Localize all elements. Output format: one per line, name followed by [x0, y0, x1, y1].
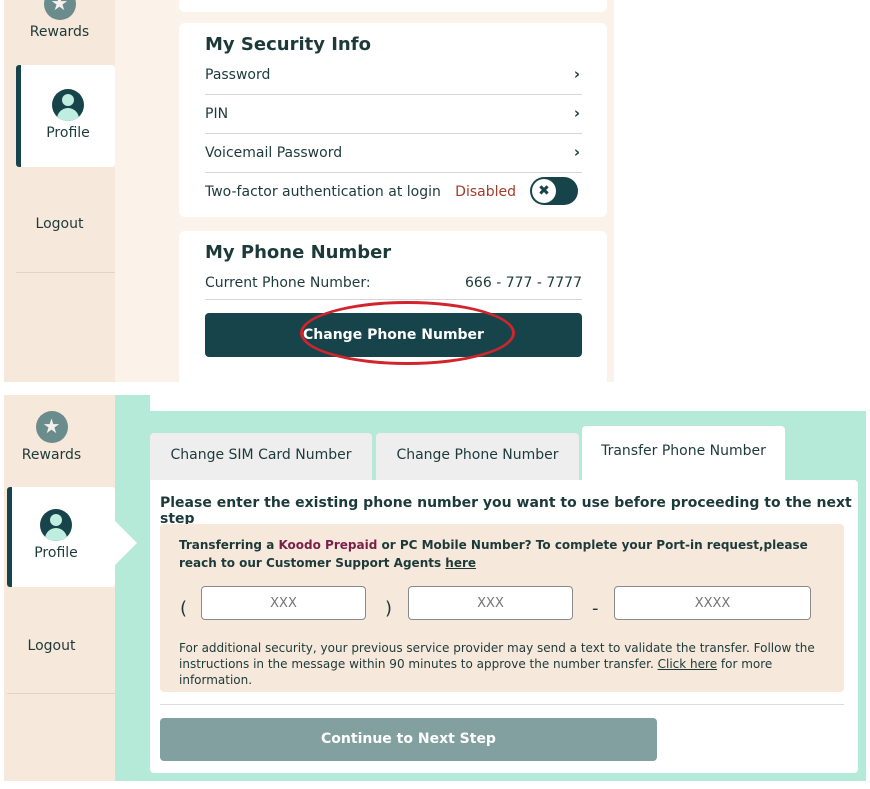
- transfer-info-box: Transferring a Koodo Prepaid or PC Mobil…: [160, 524, 844, 692]
- security-card: My Security Info Password › PIN › Voicem…: [179, 23, 607, 217]
- instruction-text: Please enter the existing phone number y…: [160, 495, 852, 527]
- star-icon: [43, 0, 76, 20]
- previous-card-strip: [150, 395, 866, 411]
- row-label: PIN: [205, 106, 229, 122]
- area-code-open-paren: (: [180, 598, 188, 619]
- current-phone-row: Current Phone Number: 666 - 777 - 7777: [205, 268, 582, 300]
- chevron-right-icon: ›: [573, 104, 580, 122]
- current-phone-label: Current Phone Number:: [205, 275, 371, 291]
- sidebar-item-label: Rewards: [21, 447, 82, 463]
- two-factor-toggle[interactable]: ✖: [530, 177, 578, 205]
- tab-change-sim-card-number[interactable]: Change SIM Card Number: [150, 433, 372, 481]
- bottom-screenshot-panel: Rewards Profile Logout Change SIM Card N…: [4, 395, 866, 781]
- voicemail-password-row[interactable]: Voicemail Password ›: [205, 134, 582, 173]
- sidebar-item-label: Logout: [27, 638, 76, 654]
- tab-label: Transfer Phone Number: [601, 443, 766, 459]
- user-icon: [40, 509, 72, 541]
- port-in-notice: Transferring a Koodo Prepaid or PC Mobil…: [179, 536, 834, 572]
- main-content: My Security Info Password › PIN › Voicem…: [115, 0, 614, 391]
- sidebar: Rewards Profile Logout: [4, 395, 137, 781]
- chevron-right-icon: ›: [573, 143, 580, 161]
- area-code-input[interactable]: [201, 586, 366, 620]
- area-code-close-paren: ): [385, 598, 393, 619]
- line-number-input[interactable]: [614, 586, 811, 620]
- form-divider: [160, 704, 844, 705]
- phone-title: My Phone Number: [205, 242, 392, 263]
- prefix-input[interactable]: [408, 586, 573, 620]
- change-phone-number-button[interactable]: Change Phone Number: [205, 301, 582, 365]
- profile-content: Profile: [12, 509, 100, 561]
- star-icon: [35, 411, 68, 443]
- previous-card: [179, 0, 607, 12]
- sidebar-item-profile[interactable]: Profile: [7, 487, 137, 587]
- button-label: Continue to Next Step: [321, 731, 496, 747]
- brand-name: Koodo Prepaid: [278, 538, 378, 552]
- sidebar-item-rewards[interactable]: Rewards: [4, 0, 115, 40]
- top-screenshot-panel: Rewards Profile Logout My Security Info …: [4, 0, 614, 391]
- profile-content: Profile: [21, 89, 115, 141]
- sidebar-divider: [16, 272, 115, 273]
- sidebar-item-label: Profile: [34, 545, 78, 561]
- user-icon: [52, 89, 84, 121]
- sidebar-item-logout[interactable]: Logout: [4, 216, 115, 232]
- sidebar-item-label: Profile: [46, 125, 90, 141]
- tab-label: Change SIM Card Number: [170, 447, 352, 463]
- security-fine-print: For additional security, your previous s…: [179, 640, 834, 688]
- tab-transfer-phone-number[interactable]: Transfer Phone Number: [582, 426, 785, 482]
- sidebar-item-rewards[interactable]: Rewards: [4, 411, 99, 463]
- row-label: Password: [205, 67, 271, 83]
- transfer-form-card: Please enter the existing phone number y…: [150, 480, 858, 773]
- highlight-annotation: [300, 301, 515, 365]
- sidebar-item-profile[interactable]: Profile: [16, 65, 137, 167]
- number-separator-dash: -: [592, 598, 599, 619]
- row-label: Voicemail Password: [205, 145, 343, 161]
- support-link[interactable]: here: [445, 556, 476, 570]
- more-info-link[interactable]: Click here: [658, 657, 717, 671]
- security-title: My Security Info: [205, 34, 371, 55]
- two-factor-label: Two-factor authentication at login: [205, 184, 441, 200]
- sidebar-divider: [7, 693, 115, 694]
- tab-label: Change Phone Number: [396, 447, 559, 463]
- notice-text: Transferring a: [179, 538, 279, 552]
- current-phone-value: 666 - 777 - 7777: [465, 275, 582, 291]
- pin-row[interactable]: PIN ›: [205, 95, 582, 134]
- phone-number-card: My Phone Number Current Phone Number: 66…: [179, 231, 607, 391]
- tab-change-phone-number[interactable]: Change Phone Number: [376, 433, 579, 481]
- continue-button[interactable]: Continue to Next Step: [160, 718, 657, 761]
- chevron-right-icon: ›: [573, 65, 580, 83]
- active-pointer: [115, 521, 137, 565]
- close-icon: ✖: [532, 179, 556, 203]
- sidebar-item-logout[interactable]: Logout: [4, 638, 99, 654]
- password-row[interactable]: Password ›: [205, 56, 582, 95]
- sidebar-item-label: Logout: [35, 216, 84, 232]
- sidebar-item-label: Rewards: [29, 24, 90, 40]
- two-factor-row: Two-factor authentication at login Disab…: [205, 173, 582, 212]
- sidebar: Rewards Profile Logout: [4, 0, 137, 382]
- status-badge: Disabled: [455, 184, 516, 200]
